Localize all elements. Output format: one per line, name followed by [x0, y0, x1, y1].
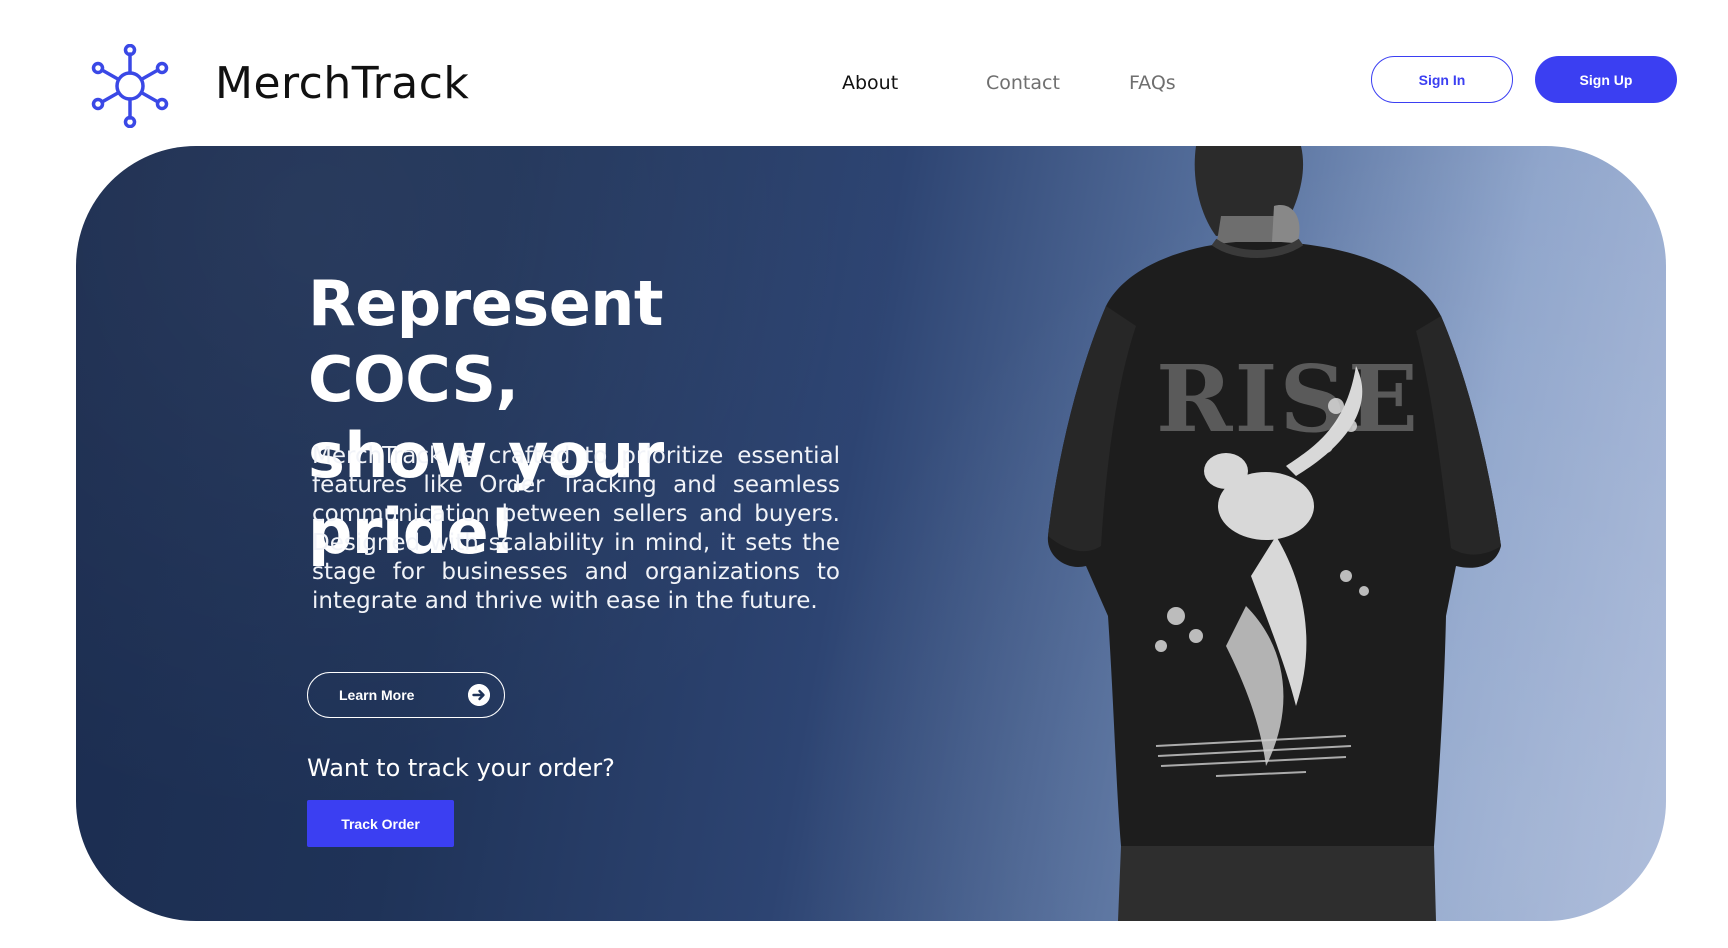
- hero-title-line1: Represent COCS,: [308, 267, 664, 416]
- track-order-button[interactable]: Track Order: [307, 800, 454, 847]
- nav-about[interactable]: About: [842, 72, 898, 94]
- track-order-prompt: Want to track your order?: [307, 754, 615, 782]
- shirt-print-text: RISE: [1156, 345, 1420, 453]
- tshirt-model-photo: RISE: [1047, 146, 1501, 921]
- arrow-right-circle-icon: [468, 684, 490, 706]
- nav-faqs[interactable]: FAQs: [1129, 72, 1176, 94]
- nav-contact[interactable]: Contact: [986, 72, 1060, 94]
- learn-more-label: Learn More: [339, 687, 415, 703]
- hero-description: MerchTrack is crafted to prioritize esse…: [312, 443, 840, 614]
- learn-more-button[interactable]: Learn More: [307, 672, 505, 718]
- sign-up-button[interactable]: Sign Up: [1535, 56, 1677, 103]
- sign-in-button[interactable]: Sign In: [1371, 56, 1513, 103]
- site-header: MerchTrack About Contact FAQs Sign In Si…: [0, 0, 1728, 150]
- hero-banner: Represent COCS, show your pride! MerchTr…: [76, 146, 1666, 921]
- brand-name[interactable]: MerchTrack: [215, 58, 469, 109]
- network-hub-icon[interactable]: [88, 44, 172, 128]
